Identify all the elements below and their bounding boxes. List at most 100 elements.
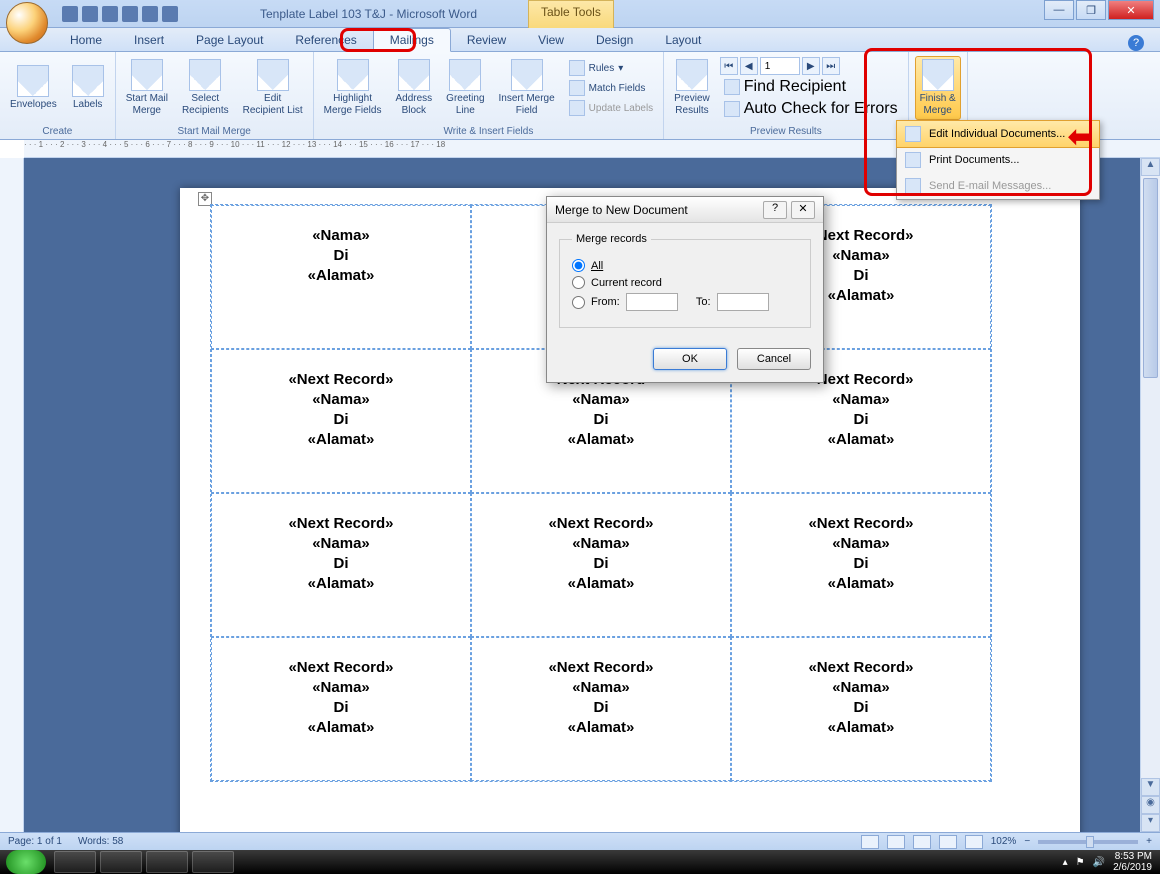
task-word[interactable] — [192, 851, 234, 873]
radio-from[interactable] — [572, 296, 585, 309]
print-documents-item[interactable]: Print Documents... — [897, 147, 1099, 173]
vertical-ruler[interactable] — [0, 158, 24, 832]
match-fields-button[interactable]: Match Fields — [565, 79, 658, 97]
envelopes-label: Envelopes — [10, 99, 57, 111]
recipients-icon — [189, 59, 221, 91]
vertical-scrollbar[interactable]: ▲ ▼ ◉ ▾ — [1140, 158, 1160, 832]
update-labels-button[interactable]: Update Labels — [565, 99, 658, 117]
view-draft[interactable] — [965, 835, 983, 849]
radio-current[interactable] — [572, 276, 585, 289]
cancel-button[interactable]: Cancel — [737, 348, 811, 370]
redo-icon[interactable] — [102, 6, 118, 22]
tray-flag-icon[interactable]: ⚑ — [1076, 857, 1085, 868]
merge-dialog: Merge to New Document ? ✕ Merge records … — [546, 196, 824, 383]
start-mail-merge-button[interactable]: Start Mail Merge — [122, 57, 172, 119]
label-cell[interactable]: «Next Record»«Nama»Di«Alamat» — [211, 637, 471, 781]
from-input[interactable] — [626, 293, 678, 311]
record-number-input[interactable] — [760, 57, 800, 75]
scroll-up-button[interactable]: ▲ — [1141, 158, 1160, 176]
next-record-button[interactable]: ▶ — [802, 57, 820, 75]
finish-merge-button[interactable]: Finish & Merge — [915, 56, 961, 120]
envelopes-button[interactable]: Envelopes — [6, 63, 61, 113]
tab-layout[interactable]: Layout — [649, 29, 717, 51]
labels-button[interactable]: Labels — [67, 63, 109, 113]
dialog-close-button[interactable]: ✕ — [791, 201, 815, 219]
label-cell[interactable]: «Next Record»«Nama»Di«Alamat» — [731, 637, 991, 781]
new-icon[interactable] — [122, 6, 138, 22]
undo-icon[interactable] — [82, 6, 98, 22]
label-cell[interactable]: «Next Record»«Nama»Di«Alamat» — [211, 349, 471, 493]
view-outline[interactable] — [939, 835, 957, 849]
start-button[interactable] — [6, 850, 46, 874]
select-recipients-button[interactable]: Select Recipients — [178, 57, 233, 119]
send-email-item[interactable]: Send E-mail Messages... — [897, 173, 1099, 199]
label-cell[interactable]: «Next Record»«Nama»Di«Alamat» — [471, 493, 731, 637]
scroll-down-button[interactable]: ▼ — [1141, 778, 1160, 796]
prev-record-button[interactable]: ◀ — [740, 57, 758, 75]
maximize-button[interactable]: ❐ — [1076, 0, 1106, 20]
status-words[interactable]: Words: 58 — [78, 836, 123, 847]
zoom-percent[interactable]: 102% — [991, 836, 1017, 847]
label-cell[interactable]: «Nama»Di«Alamat» — [211, 205, 471, 349]
next-page-button[interactable]: ▾ — [1141, 814, 1160, 832]
close-button[interactable]: ✕ — [1108, 0, 1154, 20]
task-app-2[interactable] — [100, 851, 142, 873]
radio-from-label[interactable]: From: — [591, 296, 620, 308]
view-print-layout[interactable] — [861, 835, 879, 849]
prev-page-button[interactable]: ◉ — [1141, 796, 1160, 814]
zoom-out-button[interactable]: − — [1024, 836, 1030, 847]
tab-page-layout[interactable]: Page Layout — [180, 29, 279, 51]
radio-all-label[interactable]: All — [591, 260, 603, 272]
label-cell[interactable]: «Next Record»«Nama»Di«Alamat» — [211, 493, 471, 637]
clock[interactable]: 8:53 PM2/6/2019 — [1113, 851, 1152, 873]
auto-check-button[interactable]: Auto Check for Errors — [720, 99, 902, 119]
save-icon[interactable] — [62, 6, 78, 22]
task-app-1[interactable] — [54, 851, 96, 873]
dialog-titlebar[interactable]: Merge to New Document ? ✕ — [547, 197, 823, 223]
dialog-help-button[interactable]: ? — [763, 201, 787, 219]
tab-review[interactable]: Review — [451, 29, 522, 51]
view-web-layout[interactable] — [913, 835, 931, 849]
status-page[interactable]: Page: 1 of 1 — [8, 836, 62, 847]
tab-home[interactable]: Home — [54, 29, 118, 51]
greeting-label: Greeting Line — [446, 93, 484, 117]
help-icon[interactable]: ? — [1128, 35, 1144, 51]
first-record-button[interactable]: ⏮ — [720, 57, 738, 75]
zoom-in-button[interactable]: + — [1146, 836, 1152, 847]
edit-recipient-list-button[interactable]: Edit Recipient List — [239, 57, 307, 119]
preview-results-button[interactable]: Preview Results — [670, 57, 714, 119]
tab-mailings[interactable]: Mailings — [373, 28, 451, 52]
match-icon — [569, 80, 585, 96]
label-cell[interactable]: «Next Record»«Nama»Di«Alamat» — [471, 637, 731, 781]
tab-insert[interactable]: Insert — [118, 29, 180, 51]
radio-all[interactable] — [572, 259, 585, 272]
last-record-button[interactable]: ⏭ — [822, 57, 840, 75]
ok-button[interactable]: OK — [653, 348, 727, 370]
edit-individual-documents-item[interactable]: Edit Individual Documents... — [896, 120, 1100, 148]
find-recipient-button[interactable]: Find Recipient — [720, 77, 902, 97]
tray-arrow-icon[interactable]: ▴ — [1063, 857, 1068, 868]
contextual-tab-label: Table Tools — [528, 0, 614, 28]
minimize-button[interactable]: — — [1044, 0, 1074, 20]
tray-volume-icon[interactable]: 🔊 — [1093, 857, 1105, 868]
label-cell[interactable]: «Next Record»«Nama»Di«Alamat» — [731, 493, 991, 637]
to-input[interactable] — [717, 293, 769, 311]
greeting-line-button[interactable]: Greeting Line — [442, 57, 488, 119]
tab-view[interactable]: View — [522, 29, 580, 51]
radio-current-label[interactable]: Current record — [591, 277, 662, 289]
highlight-fields-button[interactable]: Highlight Merge Fields — [320, 57, 386, 119]
insert-merge-field-button[interactable]: Insert Merge Field — [495, 57, 559, 119]
print-preview-icon[interactable] — [142, 6, 158, 22]
zoom-slider[interactable] — [1038, 840, 1138, 844]
tab-references[interactable]: References — [279, 29, 372, 51]
task-chrome[interactable] — [146, 851, 188, 873]
scroll-thumb[interactable] — [1143, 178, 1158, 378]
tab-design[interactable]: Design — [580, 29, 649, 51]
view-full-screen[interactable] — [887, 835, 905, 849]
open-icon[interactable] — [162, 6, 178, 22]
rules-button[interactable]: Rules ▾ — [565, 59, 658, 77]
address-block-button[interactable]: Address Block — [391, 57, 436, 119]
zoom-knob[interactable] — [1086, 836, 1094, 848]
office-button[interactable] — [6, 2, 48, 44]
labels-icon — [72, 65, 104, 97]
